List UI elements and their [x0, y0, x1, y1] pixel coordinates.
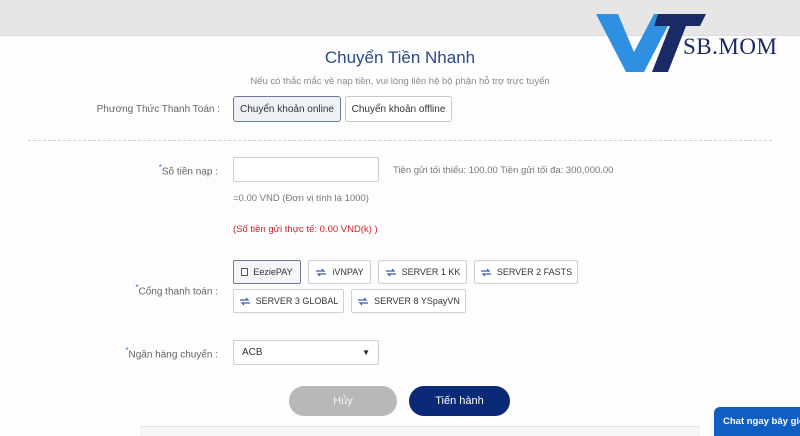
bank-select[interactable]: ACB ▼ — [233, 340, 379, 365]
bank-label-text: Ngân hàng chuyển : — [128, 349, 218, 361]
logo-text: SB.MOM — [683, 34, 778, 59]
gateway-ivnpay[interactable]: iVNPAY — [308, 260, 371, 284]
amount-label-text: Số tiền nạp : — [161, 166, 218, 178]
transfer-icon — [316, 268, 327, 276]
actual-amount: (Số tiền gửi thực tế: 0.00 VND(k) ) — [233, 224, 378, 235]
transfer-icon — [480, 268, 491, 276]
gateway-label-text: Cổng thanh toán : — [138, 286, 218, 298]
gateway-server-2-fasts[interactable]: SERVER 2 FASTS — [474, 260, 578, 284]
gateway-server-1-label: SERVER 1 KK — [401, 267, 461, 277]
section-divider — [28, 140, 772, 141]
transfer-icon — [358, 297, 369, 305]
amount-input[interactable] — [233, 157, 379, 182]
converted-amount: =0.00 VND (Đơn vị tính là 1000) — [233, 193, 369, 204]
page-title: Chuyển Tiền Nhanh — [324, 48, 476, 67]
panel-bottom-edge — [140, 426, 700, 436]
checkbox-icon — [241, 268, 249, 276]
support-note: Nếu có thắc mắc về nạp tiền, vui lòng li… — [250, 76, 550, 87]
offline-transfer-button[interactable]: Chuyển khoản offline — [345, 96, 452, 122]
caret-down-icon: ▼ — [362, 348, 370, 357]
gateway-label: *Cổng thanh toán : — [100, 283, 218, 297]
cancel-button[interactable]: Hủy — [289, 386, 397, 416]
gateway-server-3-global[interactable]: SERVER 3 GLOBAL — [233, 289, 344, 313]
gateway-server-8-yspayvn[interactable]: SERVER 8 YSpayVN — [351, 289, 466, 313]
deposit-limits: Tiền gửi tối thiểu: 100.00 Tiền gửi tối … — [393, 165, 614, 176]
gateway-ivnpay-label: iVNPAY — [332, 267, 364, 277]
gateway-eeziepay[interactable]: EeziePAY — [233, 260, 301, 284]
transfer-icon — [239, 297, 250, 305]
bank-label: *Ngân hàng chuyển : — [100, 346, 218, 360]
gateway-server-2-label: SERVER 2 FASTS — [496, 267, 573, 277]
transfer-icon — [385, 268, 396, 276]
gateway-eeziepay-label: EeziePAY — [253, 267, 293, 277]
bank-selected-value: ACB — [242, 347, 263, 358]
submit-button[interactable]: Tiến hành — [409, 386, 510, 416]
gateway-server-8-label: SERVER 8 YSpayVN — [374, 296, 460, 306]
payment-method-label: Phương Thức Thanh Toán : — [96, 104, 220, 115]
online-transfer-button[interactable]: Chuyển khoản online — [233, 96, 341, 122]
amount-label: *Số tiền nạp : — [100, 163, 218, 177]
gateway-server-3-label: SERVER 3 GLOBAL — [255, 296, 339, 306]
live-chat-button[interactable]: Chat ngay bây giờ — [714, 407, 800, 436]
gateway-server-1-kk[interactable]: SERVER 1 KK — [378, 260, 467, 284]
